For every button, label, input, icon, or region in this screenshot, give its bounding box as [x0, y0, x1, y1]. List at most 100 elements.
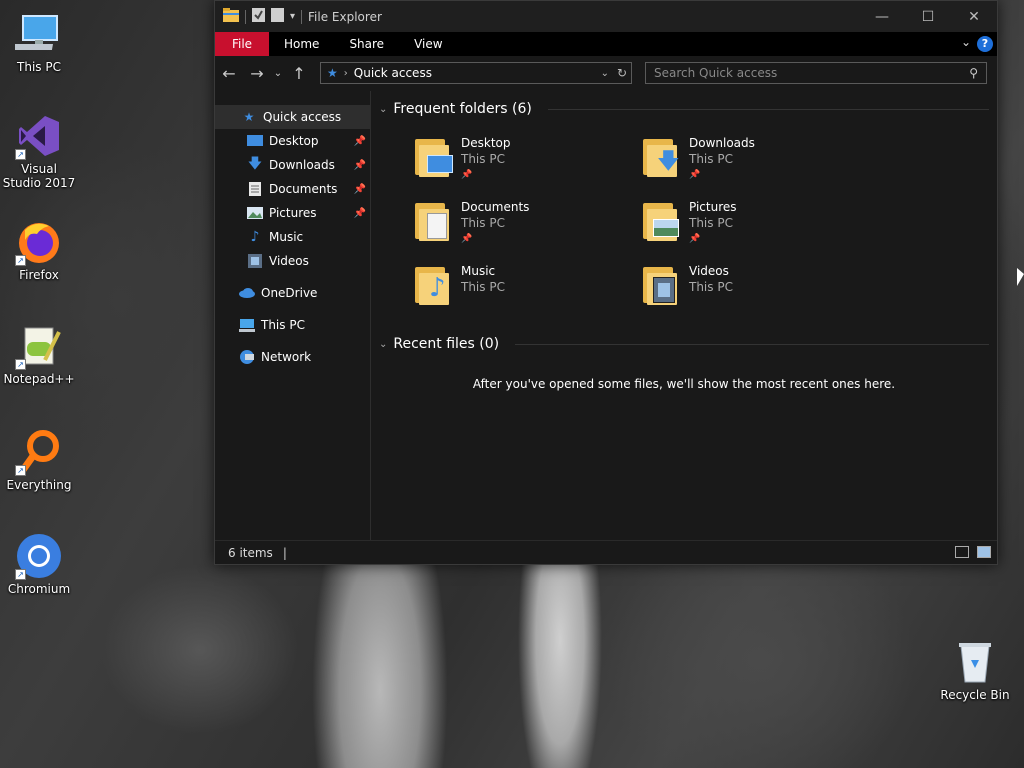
download-arrow-icon: 🡇 — [247, 156, 263, 172]
tab-share[interactable]: Share — [334, 32, 399, 56]
nav-onedrive[interactable]: OneDrive — [215, 281, 370, 305]
notepadpp-icon: ↗ — [15, 322, 63, 370]
minimize-button[interactable]: — — [859, 1, 905, 32]
nav-label: Videos — [269, 254, 309, 268]
nav-network[interactable]: Network — [215, 345, 370, 369]
tab-view[interactable]: View — [399, 32, 457, 56]
collapse-chevron-icon[interactable]: ⌄ — [379, 339, 387, 350]
recent-locations-button[interactable]: ⌄ — [271, 68, 285, 79]
onedrive-cloud-icon — [239, 286, 255, 300]
folder-tile-music[interactable]: ♪ Music This PC — [413, 263, 641, 323]
maximize-button[interactable]: ☐ — [905, 1, 951, 32]
music-folder-icon: ♪ — [413, 263, 455, 307]
divider — [547, 108, 989, 110]
ribbon-tabs: File Home Share View ⌄ ? — [215, 32, 997, 56]
nav-downloads[interactable]: 🡇 Downloads 📌 — [215, 153, 370, 177]
desktop-icon-recycle-bin[interactable]: Recycle Bin — [937, 638, 1013, 702]
this-pc-icon — [239, 318, 255, 332]
nav-documents[interactable]: Documents 📌 — [215, 177, 370, 201]
folder-tile-desktop[interactable]: Desktop This PC 📌 — [413, 135, 641, 195]
pictures-icon — [247, 206, 263, 220]
nav-label: This PC — [261, 318, 305, 332]
navigation-pane: ★ Quick access Desktop 📌 🡇 Downloads 📌 D… — [215, 91, 371, 541]
recent-files-header[interactable]: ⌄ Recent files (0) — [379, 336, 989, 352]
nav-this-pc[interactable]: This PC — [215, 313, 370, 337]
nav-pictures[interactable]: Pictures 📌 — [215, 201, 370, 225]
desktop-icon-label: Notepad++ — [3, 372, 75, 386]
pin-icon[interactable]: 📌 — [354, 160, 366, 171]
desktop-icon-chromium[interactable]: ↗ Chromium — [1, 532, 77, 596]
large-icons-view-icon[interactable] — [977, 546, 991, 558]
folder-tile-downloads[interactable]: 🡇 Downloads This PC 📌 — [641, 135, 869, 195]
help-button[interactable]: ? — [977, 36, 993, 52]
search-icon[interactable]: ⚲ — [969, 66, 978, 80]
nav-label: Pictures — [269, 206, 317, 220]
folder-location: This PC — [461, 280, 505, 294]
tab-home[interactable]: Home — [269, 32, 334, 56]
videos-folder-icon — [641, 263, 683, 307]
music-note-icon: ♪ — [250, 229, 260, 245]
folder-location: This PC — [689, 280, 733, 294]
nav-label: Downloads — [269, 158, 335, 172]
folder-tile-videos[interactable]: Videos This PC — [641, 263, 869, 323]
desktop-icon-everything[interactable]: ↗ Everything — [1, 428, 77, 492]
nav-quick-access[interactable]: ★ Quick access — [215, 105, 370, 129]
nav-videos[interactable]: Videos — [215, 249, 370, 273]
up-button[interactable]: ↑ — [285, 64, 313, 83]
divider — [301, 9, 303, 24]
quick-access-toolbar: ▾ — [215, 1, 303, 32]
properties-icon[interactable] — [252, 8, 265, 25]
desktop-icon-notepadpp[interactable]: ↗ Notepad++ — [1, 322, 77, 386]
nav-label: Network — [261, 350, 312, 364]
pin-icon: 📌 — [461, 234, 473, 244]
breadcrumb-chevron-icon[interactable]: › — [344, 68, 348, 79]
pin-icon[interactable]: 📌 — [354, 184, 366, 195]
divider: | — [282, 545, 287, 560]
folder-name: Pictures — [689, 200, 737, 214]
tab-file[interactable]: File — [215, 32, 269, 56]
this-pc-icon — [11, 10, 63, 58]
pin-icon[interactable]: 📌 — [354, 208, 366, 219]
desktop-icon-firefox[interactable]: ↗ Firefox — [1, 218, 77, 282]
forward-button[interactable]: → — [243, 64, 271, 83]
expand-ribbon-icon[interactable]: ⌄ — [961, 35, 971, 49]
desktop-icon-this-pc[interactable]: This PC — [1, 10, 77, 74]
divider — [515, 343, 989, 345]
folder-tile-documents[interactable]: Documents This PC 📌 — [413, 199, 641, 259]
collapse-chevron-icon[interactable]: ⌄ — [379, 104, 387, 115]
refresh-icon[interactable]: ↻ — [617, 66, 627, 80]
folder-tile-pictures[interactable]: Pictures This PC 📌 — [641, 199, 869, 259]
nav-label: Desktop — [269, 134, 319, 148]
address-dropdown-icon[interactable]: ⌄ — [601, 68, 609, 79]
nav-desktop[interactable]: Desktop 📌 — [215, 129, 370, 153]
back-button[interactable]: ← — [215, 64, 243, 83]
nav-music[interactable]: ♪ Music — [215, 225, 370, 249]
desktop-icon-visual-studio[interactable]: ↗ Visual Studio 2017 — [1, 112, 77, 190]
title-bar[interactable]: ▾ File Explorer — ☐ ✕ — [215, 1, 997, 32]
new-folder-icon[interactable] — [271, 8, 284, 25]
document-icon — [247, 182, 263, 196]
everything-icon: ↗ — [15, 428, 63, 476]
mouse-cursor-icon — [1017, 268, 1024, 286]
recent-files-empty-message: After you've opened some files, we'll sh… — [472, 377, 896, 391]
firefox-icon: ↗ — [15, 218, 63, 266]
address-bar[interactable]: ★ › Quick access ⌄ ↻ — [320, 62, 632, 84]
breadcrumb-quick-access[interactable]: Quick access — [354, 66, 432, 80]
details-view-icon[interactable] — [955, 546, 969, 558]
frequent-folders-header[interactable]: ⌄ Frequent folders (6) — [379, 101, 989, 117]
close-button[interactable]: ✕ — [951, 1, 997, 32]
divider — [245, 9, 246, 24]
pin-icon[interactable]: 📌 — [354, 136, 366, 147]
shortcut-arrow-icon: ↗ — [15, 359, 26, 370]
desktop-icon-label: Recycle Bin — [940, 688, 1010, 702]
folder-name: Videos — [689, 264, 729, 278]
content-pane: ⌄ Frequent folders (6) Desktop This PC 📌 — [371, 91, 997, 541]
file-explorer-window: ▾ File Explorer — ☐ ✕ File Home Share Vi… — [214, 0, 998, 565]
window-controls: — ☐ ✕ — [859, 1, 997, 32]
visual-studio-icon: ↗ — [15, 112, 63, 160]
folder-location: This PC — [461, 152, 505, 166]
status-bar: 6 items | — [215, 540, 997, 564]
customize-toolbar-icon[interactable]: ▾ — [290, 11, 295, 22]
search-input[interactable]: Search Quick access — [654, 66, 777, 80]
search-box[interactable]: Search Quick access ⚲ — [645, 62, 987, 84]
